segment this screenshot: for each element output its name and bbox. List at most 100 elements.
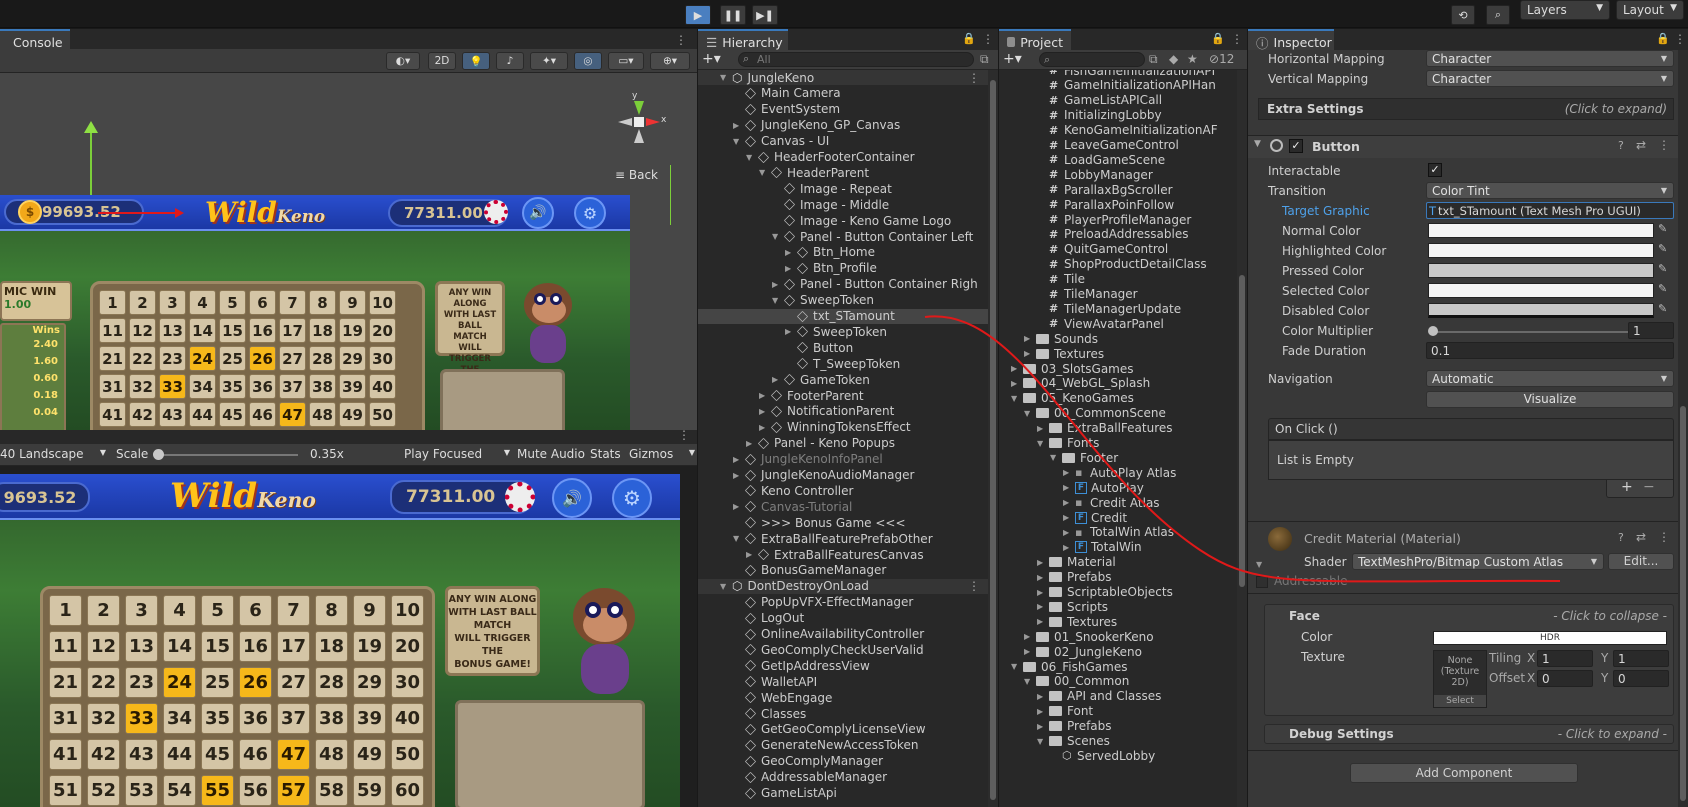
keno-number-cell[interactable]: 6 [249, 290, 276, 315]
game-view[interactable]: 9693.52 WildKeno 77311.00 🔊 ⚙ 1234567891… [0, 466, 697, 807]
keno-number-cell[interactable]: 19 [339, 318, 366, 343]
keno-number-cell[interactable]: 26 [249, 346, 276, 371]
project-row[interactable]: ⬡ ServedLobby [999, 748, 1155, 763]
component-enabled-checkbox[interactable]: ✓ [1289, 139, 1303, 153]
keno-number-cell[interactable]: 23 [159, 346, 186, 371]
keno-number-cell[interactable]: 29 [339, 346, 366, 371]
hierarchy-row[interactable]: Button [698, 340, 988, 355]
project-row[interactable]: # PreloadAddressables [999, 227, 1188, 242]
keno-number-cell[interactable]: 7 [279, 290, 306, 315]
hierarchy-search-input[interactable]: ⌕ All [738, 52, 974, 67]
project-row[interactable]: ▶ Material [999, 555, 1116, 570]
keno-number-cell[interactable]: 16 [249, 318, 276, 343]
mute-audio-toggle[interactable]: Mute Audio [517, 447, 585, 461]
offset-x-field[interactable]: 0 [1537, 670, 1593, 687]
tiling-x-field[interactable]: 1 [1537, 650, 1593, 667]
layout-dropdown[interactable]: Layout ▼ [1616, 0, 1684, 20]
expand-right-icon[interactable]: ▶ [785, 248, 795, 257]
project-row[interactable]: ▶ ▪ AutoPlay Atlas [999, 465, 1176, 480]
expand-right-icon[interactable]: ▶ [746, 439, 756, 448]
layers-dropdown[interactable]: Layers ▼ [1520, 0, 1610, 20]
keno-number-cell[interactable]: 19 [353, 631, 386, 662]
color-multiplier-slider[interactable] [1432, 331, 1628, 333]
tab-project[interactable]: Project [999, 29, 1071, 51]
kebab-menu-icon[interactable]: ⋮ [1674, 32, 1686, 46]
keno-number-cell[interactable]: 6 [239, 595, 272, 626]
expand-down-icon[interactable]: ▼ [772, 296, 782, 305]
keno-number-cell[interactable]: 37 [277, 703, 310, 734]
tiling-y-field[interactable]: 1 [1613, 650, 1669, 667]
keno-number-cell[interactable]: 30 [369, 346, 396, 371]
orientation-gizmo[interactable]: y x [615, 91, 666, 155]
keno-number-cell[interactable]: 27 [279, 346, 306, 371]
hierarchy-row[interactable]: ▼ HeaderParent [698, 165, 988, 180]
keno-number-cell[interactable]: 39 [353, 703, 386, 734]
add-icon[interactable]: +▾ [702, 51, 721, 67]
project-row[interactable]: # InitializingLobby [999, 108, 1162, 123]
hierarchy-row[interactable]: Image - Repeat [698, 181, 988, 196]
keno-number-cell[interactable]: 4 [189, 290, 216, 315]
project-row[interactable]: ▶ 02_JungleKeno [999, 644, 1142, 659]
expand-right-icon[interactable]: ▶ [759, 407, 769, 416]
pressed-color-field[interactable] [1428, 263, 1654, 278]
project-row[interactable]: ▶ ScriptableObjects [999, 585, 1173, 600]
scale-slider[interactable] [158, 454, 298, 456]
back-button[interactable]: ≡ Back [615, 168, 658, 182]
selected-color-field[interactable] [1428, 283, 1654, 298]
keno-number-cell[interactable]: 52 [87, 775, 120, 806]
keno-number-cell[interactable]: 45 [201, 739, 234, 770]
keno-number-cell[interactable]: 2 [87, 595, 120, 626]
interactable-checkbox[interactable]: ✓ [1428, 163, 1442, 177]
hierarchy-row[interactable]: ▶ GameToken [698, 372, 988, 387]
lighting-toggle[interactable]: 💡 [462, 52, 490, 70]
history-button[interactable]: ⟲ [1451, 5, 1475, 25]
keno-number-cell[interactable]: 30 [391, 667, 424, 698]
mode-2d-button[interactable]: 2D [428, 52, 456, 70]
keno-number-cell[interactable]: 56 [239, 775, 272, 806]
highlighted-color-field[interactable] [1428, 243, 1654, 258]
kebab-menu-icon[interactable]: ⋮ [968, 71, 980, 85]
kebab-menu-icon[interactable]: ⋮ [982, 32, 994, 46]
kebab-menu-icon[interactable]: ⋮ [678, 428, 690, 442]
hierarchy-row[interactable]: ▶ ExtraBallFeaturesCanvas [698, 547, 988, 562]
keno-number-cell[interactable]: 39 [339, 374, 366, 399]
expand-down-icon[interactable]: ▼ [746, 153, 756, 162]
keno-number-cell[interactable]: 46 [249, 402, 276, 427]
vertical-mapping-dropdown[interactable]: Character ▼ [1426, 70, 1674, 87]
project-row[interactable]: ▶ Prefabs [999, 570, 1112, 585]
expand-right-icon[interactable]: ▶ [1011, 379, 1021, 388]
keno-number-cell[interactable]: 31 [49, 703, 82, 734]
keno-number-cell[interactable]: 11 [49, 631, 82, 662]
expand-right-icon[interactable]: ▶ [785, 327, 795, 336]
keno-number-cell[interactable]: 24 [189, 346, 216, 371]
hierarchy-row[interactable]: GetIpAddressView [698, 658, 988, 673]
keno-number-cell[interactable]: 31 [99, 374, 126, 399]
foldout-icon[interactable]: ▼ [1256, 560, 1262, 569]
hierarchy-row[interactable]: ▶ NotificationParent [698, 404, 988, 419]
scale-slider-handle[interactable] [153, 449, 164, 460]
tab-inspector[interactable]: ⓘ Inspector [1248, 29, 1334, 51]
keno-number-cell[interactable]: 16 [239, 631, 272, 662]
project-search-input[interactable]: ⌕ [1039, 52, 1145, 67]
hierarchy-row[interactable]: GameListApi [698, 786, 988, 801]
eyedropper-icon[interactable]: ✎ [1658, 222, 1672, 236]
keno-number-cell[interactable]: 12 [87, 631, 120, 662]
debug-settings-header[interactable]: Debug Settings - Click to expand - [1264, 724, 1674, 744]
keno-number-cell[interactable]: 13 [125, 631, 158, 662]
keno-number-cell[interactable]: 42 [87, 739, 120, 770]
project-row[interactable]: ▶ ▪ TotalWin Atlas [999, 525, 1174, 540]
keno-number-cell[interactable]: 47 [279, 402, 306, 427]
project-row[interactable]: # FishGameInitializationAPI [999, 70, 1215, 78]
effects-dropdown[interactable]: ✦▾ [530, 52, 568, 70]
hierarchy-row[interactable]: ▼ Panel - Button Container Left [698, 229, 988, 244]
expand-right-icon[interactable]: ▶ [1037, 588, 1047, 597]
keno-number-cell[interactable]: 58 [315, 775, 348, 806]
keno-number-cell[interactable]: 9 [353, 595, 386, 626]
color-multiplier-handle[interactable] [1428, 326, 1438, 336]
project-row[interactable]: ▶ F TotalWin [999, 540, 1142, 555]
project-row[interactable]: # ParallaxBgScroller [999, 182, 1173, 197]
project-row[interactable]: ▼ 00_CommonScene [999, 406, 1166, 421]
keno-number-cell[interactable]: 17 [279, 318, 306, 343]
project-row[interactable]: ▶ API and Classes [999, 689, 1161, 704]
keno-number-cell[interactable]: 32 [129, 374, 156, 399]
